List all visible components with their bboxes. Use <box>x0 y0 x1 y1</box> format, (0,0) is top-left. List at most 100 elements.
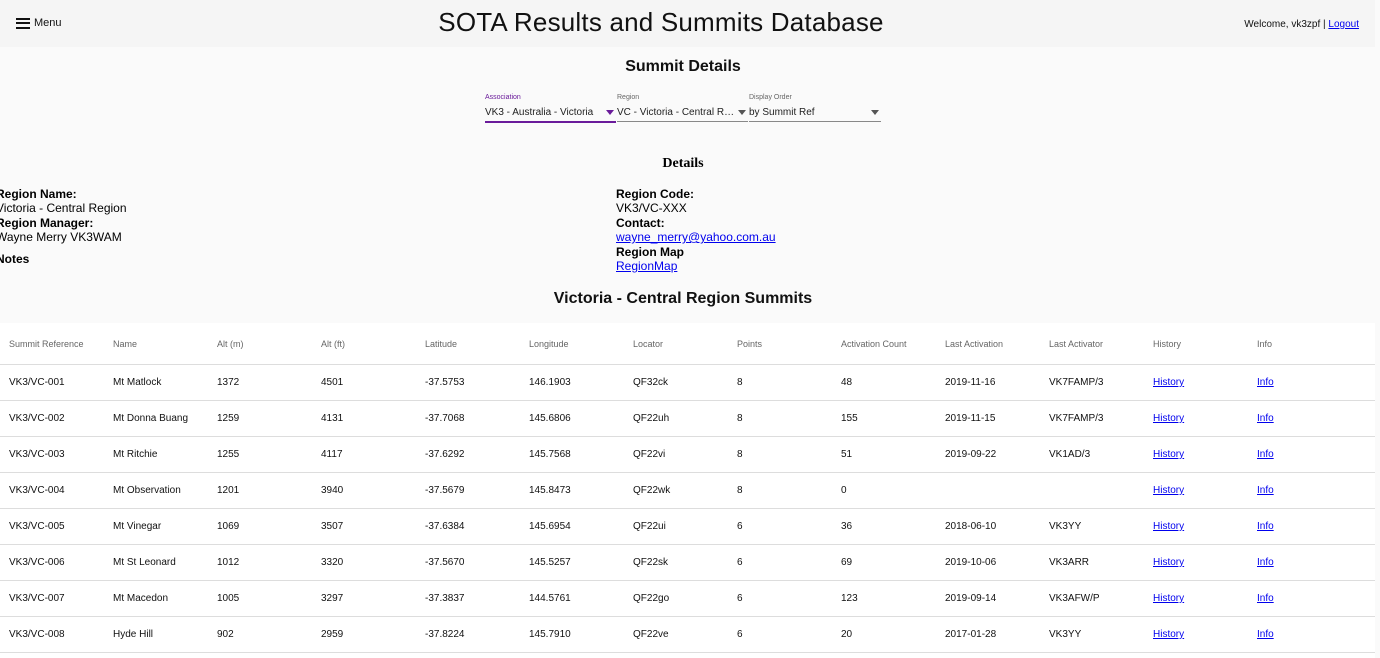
display-order-select[interactable]: Display Order by Summit Ref <box>749 93 881 122</box>
history-link[interactable]: History <box>1153 413 1184 424</box>
cell-last-activator: VK1AD/3 <box>1040 436 1144 473</box>
cell-longitude: 146.1903 <box>520 364 624 401</box>
info-link[interactable]: Info <box>1257 413 1274 424</box>
column-header-activation-count: Activation Count <box>832 323 936 365</box>
info-link[interactable]: Info <box>1257 593 1274 604</box>
column-header-alt-ft: Alt (ft) <box>312 323 416 365</box>
cell-last-activator: VK7FAMP/3 <box>1040 364 1144 401</box>
region-manager-block: Region Manager: Wayne Merry VK3WAM <box>0 216 122 244</box>
cell-points: 6 <box>728 544 832 581</box>
cell-alt-m: 1372 <box>208 364 312 401</box>
cell-summit-reference: VK3/VC-002 <box>0 400 104 437</box>
display-order-label: Display Order <box>749 94 792 101</box>
cell-points: 8 <box>728 400 832 437</box>
cell-summit-reference: VK3/VC-006 <box>0 544 104 581</box>
history-link[interactable]: History <box>1153 377 1184 388</box>
cell-last-activator: VK3YY <box>1040 616 1144 653</box>
region-value: VC - Victoria - Central Region <box>617 107 737 118</box>
info-link[interactable]: Info <box>1257 485 1274 496</box>
cell-longitude: 145.8473 <box>520 472 624 509</box>
region-name-value: Victoria - Central Region <box>0 201 127 215</box>
cell-alt-m: 1069 <box>208 508 312 545</box>
cell-summit-reference: VK3/VC-003 <box>0 436 104 473</box>
history-link[interactable]: History <box>1153 485 1184 496</box>
cell-activation-count: 48 <box>832 364 936 401</box>
cell-last-activation <box>936 472 1040 509</box>
cell-summit-reference: VK3/VC-005 <box>0 508 104 545</box>
cell-info: Info <box>1248 472 1375 509</box>
column-header-last-activator: Last Activator <box>1040 323 1144 365</box>
region-manager-label: Region Manager: <box>0 216 94 230</box>
info-link[interactable]: Info <box>1257 449 1274 460</box>
cell-points: 6 <box>728 616 832 653</box>
chevron-down-icon <box>738 110 746 115</box>
cell-activation-count: 20 <box>832 616 936 653</box>
logout-link[interactable]: Logout <box>1328 19 1359 30</box>
cell-alt-m: 1255 <box>208 436 312 473</box>
cell-last-activation: 2019-11-16 <box>936 364 1040 401</box>
history-link[interactable]: History <box>1153 593 1184 604</box>
summits-title: Victoria - Central Region Summits <box>553 290 813 307</box>
display-order-value: by Summit Ref <box>749 107 815 118</box>
details-title: Details <box>662 156 704 171</box>
cell-alt-ft: 4131 <box>312 400 416 437</box>
cell-history: History <box>1144 436 1248 473</box>
cell-last-activation: 2017-01-28 <box>936 616 1040 653</box>
cell-history: History <box>1144 544 1248 581</box>
cell-summit-reference: VK3/VC-001 <box>0 364 104 401</box>
info-link[interactable]: Info <box>1257 521 1274 532</box>
cell-history: History <box>1144 580 1248 617</box>
cell-info: Info <box>1248 400 1375 437</box>
cell-alt-m: 1201 <box>208 472 312 509</box>
contact-email-link[interactable]: wayne_merry@yahoo.com.au <box>616 230 776 244</box>
cell-history: History <box>1144 400 1248 437</box>
cell-last-activator <box>1040 472 1144 509</box>
cell-points: 8 <box>728 364 832 401</box>
cell-latitude: -37.8224 <box>416 616 520 653</box>
cell-activation-count: 51 <box>832 436 936 473</box>
info-link[interactable]: Info <box>1257 629 1274 640</box>
region-name-block: Region Name: Victoria - Central Region <box>0 187 127 215</box>
history-link[interactable]: History <box>1153 449 1184 460</box>
column-header-info: Info <box>1248 323 1375 365</box>
cell-latitude: -37.6292 <box>416 436 520 473</box>
cell-longitude: 145.7910 <box>520 616 624 653</box>
info-link[interactable]: Info <box>1257 377 1274 388</box>
cell-alt-m: 1012 <box>208 544 312 581</box>
region-manager-value: Wayne Merry VK3WAM <box>0 230 122 244</box>
region-select[interactable]: Region VC - Victoria - Central Region <box>617 93 748 122</box>
cell-longitude: 144.5761 <box>520 580 624 617</box>
cell-last-activation: 2019-11-15 <box>936 400 1040 437</box>
cell-activation-count: 123 <box>832 580 936 617</box>
region-map-label: Region Map <box>616 245 684 259</box>
chevron-down-icon <box>871 110 879 115</box>
cell-latitude: -37.6384 <box>416 508 520 545</box>
region-map-link[interactable]: RegionMap <box>616 259 677 273</box>
contact-label: Contact: <box>616 216 665 230</box>
cell-name: Hyde Hill <box>104 616 208 653</box>
cell-locator: QF22ui <box>624 508 728 545</box>
history-link[interactable]: History <box>1153 521 1184 532</box>
cell-summit-reference: VK3/VC-004 <box>0 472 104 509</box>
column-header-history: History <box>1144 323 1248 365</box>
column-header-locator: Locator <box>624 323 728 365</box>
cell-points: 8 <box>728 436 832 473</box>
welcome-text: Welcome, vk3zpf | <box>1244 19 1326 30</box>
cell-locator: QF22sk <box>624 544 728 581</box>
table-row: VK3/VC-002 Mt Donna Buang 1259 4131 -37.7068… <box>0 400 1375 437</box>
summits-table: Summit Reference Name Alt (m) Alt (ft) Latit… <box>0 323 1375 653</box>
history-link[interactable]: History <box>1153 557 1184 568</box>
cell-last-activation: 2019-10-06 <box>936 544 1040 581</box>
cell-latitude: -37.3837 <box>416 580 520 617</box>
cell-alt-ft: 2959 <box>312 616 416 653</box>
info-link[interactable]: Info <box>1257 557 1274 568</box>
association-select[interactable]: Association VK3 - Australia - Victoria <box>485 93 616 123</box>
cell-activation-count: 155 <box>832 400 936 437</box>
notes-label: Notes <box>0 252 30 266</box>
table-row: VK3/VC-001 Mt Matlock 1372 4501 -37.5753 146.… <box>0 364 1375 401</box>
cell-last-activation: 2018-06-10 <box>936 508 1040 545</box>
notes-block: Notes <box>0 252 29 266</box>
table-header-row: Summit Reference Name Alt (m) Alt (ft) Latit… <box>0 323 1375 365</box>
history-link[interactable]: History <box>1153 629 1184 640</box>
column-header-last-activation: Last Activation <box>936 323 1040 365</box>
